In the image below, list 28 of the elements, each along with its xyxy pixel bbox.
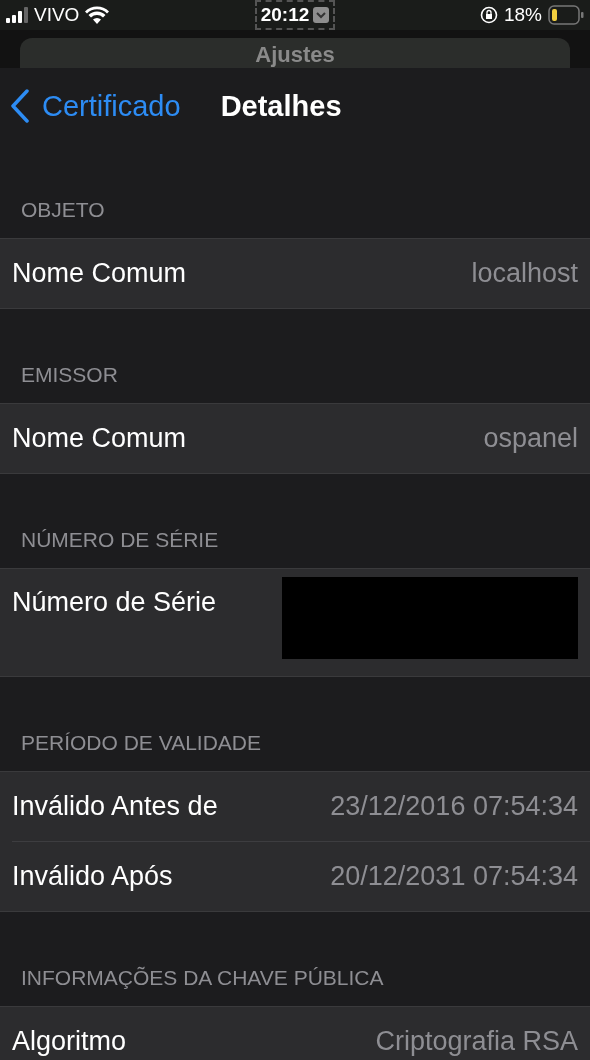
- section-header: OBJETO: [21, 198, 105, 222]
- sheet-title: Ajustes: [255, 42, 335, 68]
- clock-time: 20:12: [260, 4, 310, 26]
- rotation-lock-icon: [479, 6, 498, 24]
- row-label: Nome Comum: [12, 258, 187, 289]
- row-value: localhost: [471, 258, 578, 289]
- row-label: Nome Comum: [12, 423, 187, 454]
- row-label: Inválido Após: [12, 861, 173, 892]
- wifi-icon: [85, 6, 110, 24]
- signal-icon: [6, 7, 28, 23]
- row-label: Inválido Antes de: [12, 791, 218, 822]
- page-title: Detalhes: [220, 89, 342, 123]
- section-header: NÚMERO DE SÉRIE: [21, 528, 219, 552]
- row-value: 20/12/2031 07:54:34: [330, 861, 578, 892]
- back-button[interactable]: Certificado: [10, 89, 181, 123]
- section-header: PERÍODO DE VALIDADE: [21, 731, 261, 755]
- row-value: Criptografia RSA: [375, 1026, 578, 1057]
- chevron-left-icon: [10, 89, 30, 123]
- row-value: ospanel: [483, 423, 578, 454]
- chevron-down-icon: [313, 7, 330, 23]
- row-value: 23/12/2016 07:54:34: [330, 791, 578, 822]
- row-label: Algoritmo: [12, 1026, 127, 1057]
- battery-icon: [548, 5, 584, 25]
- section-header: INFORMAÇÕES DA CHAVE PÚBLICA: [21, 966, 384, 990]
- row-label: Número de Série: [12, 587, 217, 618]
- battery-percent: 18%: [503, 4, 542, 26]
- carrier-name: VIVO: [34, 4, 80, 26]
- section-header: EMISSOR: [21, 363, 118, 387]
